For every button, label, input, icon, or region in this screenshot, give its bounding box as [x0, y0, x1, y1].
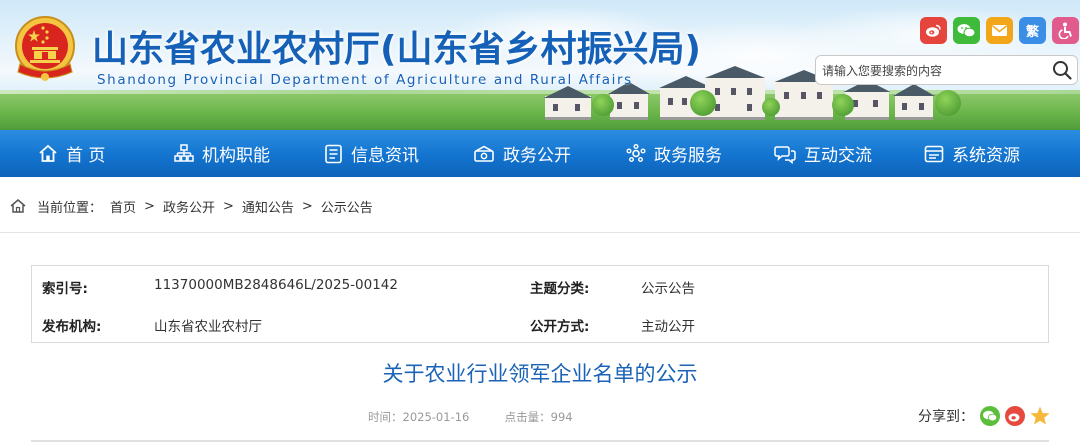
breadcrumb-prefix: 当前位置： [37, 200, 103, 216]
nav-service-label: 政务服务 [654, 146, 722, 166]
wechat-icon[interactable] [953, 17, 980, 44]
traditional-chinese-label: 繁 [1025, 25, 1039, 40]
header-tools: 繁 [920, 17, 1079, 44]
click-count-value: 994 [550, 410, 573, 424]
home-icon [39, 144, 57, 162]
banner-house [545, 96, 591, 120]
publisher-label: 发布机构: [42, 319, 102, 335]
search-box [815, 55, 1078, 85]
nav-interaction[interactable]: 互动交流 [774, 130, 872, 177]
banner-tree [592, 94, 614, 116]
search-input[interactable] [822, 60, 1044, 82]
breadcrumb-separator: > [301, 198, 313, 214]
resources-icon [924, 145, 944, 162]
index-number-label: 索引号: [42, 281, 88, 297]
interaction-icon [774, 145, 796, 164]
traditional-chinese-toggle[interactable]: 繁 [1019, 17, 1046, 44]
share-label: 分享到： [918, 409, 974, 425]
nav-service[interactable]: 政务服务 [626, 130, 722, 177]
breadcrumb-separator: > [144, 198, 155, 214]
accessibility-icon[interactable] [1052, 17, 1079, 44]
breadcrumb: 当前位置： 首页 > 政务公开 > 通知公告 > 公示公告 [9, 195, 373, 217]
breadcrumb-item-announcements[interactable]: 公示公告 [321, 197, 373, 216]
org-chart-icon [174, 144, 194, 162]
weibo-icon[interactable] [920, 17, 947, 44]
banner-tree [690, 90, 716, 116]
document-meta-table: 索引号: 11370000MB2848646L/2025-00142 主题分类:… [31, 265, 1049, 343]
site-subtitle: Shandong Provincial Department of Agricu… [97, 72, 633, 88]
nav-home[interactable]: 首 页 [38, 130, 105, 177]
index-number-value: 11370000MB2848646L/2025-00142 [154, 277, 398, 293]
share-bar: 分享到： [918, 405, 1051, 427]
nav-disclosure-label: 政务公开 [503, 146, 571, 166]
breadcrumb-item-home[interactable]: 首页 [110, 197, 136, 216]
nav-resources[interactable]: 系统资源 [924, 130, 1020, 177]
home-outline-icon [10, 199, 26, 213]
nav-disclosure[interactable]: 政务公开 [473, 130, 571, 177]
breadcrumb-divider [0, 232, 1080, 233]
news-icon [325, 144, 342, 163]
search-icon[interactable] [1051, 59, 1073, 81]
nav-organization-label: 机构职能 [202, 146, 270, 166]
disclosure-icon [474, 145, 494, 162]
nav-home-label: 首 页 [66, 146, 106, 166]
service-icon [626, 144, 646, 162]
breadcrumb-separator: > [222, 198, 234, 214]
article-title: 关于农业行业领军企业名单的公示 [382, 362, 698, 386]
category-label: 主题分类: [530, 281, 590, 297]
share-wechat-icon[interactable] [979, 405, 1001, 427]
national-emblem-logo [15, 16, 75, 81]
share-qzone-icon[interactable] [1029, 405, 1051, 427]
publish-time-value: 2025-01-16 [402, 410, 470, 424]
publish-time-label: 时间： [368, 410, 403, 424]
banner-house [610, 92, 648, 120]
nav-resources-label: 系统资源 [952, 146, 1020, 166]
click-count-label: 点击量： [504, 410, 551, 424]
email-icon[interactable] [986, 17, 1013, 44]
article-info: 时间：2025-01-16 点击量：994 [368, 409, 573, 425]
nav-news[interactable]: 信息资讯 [324, 130, 419, 177]
banner-tree [832, 94, 854, 116]
share-weibo-icon[interactable] [1004, 405, 1026, 427]
banner-tree [935, 90, 961, 116]
banner-house [775, 80, 833, 120]
publisher-value: 山东省农业农村厅 [154, 319, 262, 335]
nav-news-label: 信息资讯 [351, 146, 419, 166]
nav-interaction-label: 互动交流 [804, 146, 872, 166]
banner-tree [762, 98, 780, 116]
breadcrumb-item-notices[interactable]: 通知公告 [242, 197, 294, 216]
header-banner: 山东省农业农村厅(山东省乡村振兴局) Shandong Provincial D… [0, 0, 1080, 130]
site-title[interactable]: 山东省农业农村厅(山东省乡村振兴局) [92, 20, 701, 72]
disclosure-method-label: 公开方式: [530, 319, 590, 335]
main-nav: 首 页 机构职能 信息资讯 政务公开 政务服务 互动交流 系统资源 [0, 130, 1080, 177]
banner-house [895, 94, 933, 120]
category-value: 公示公告 [641, 281, 695, 297]
breadcrumb-item-disclosure[interactable]: 政务公开 [163, 197, 215, 216]
article-header-divider [31, 440, 1049, 442]
nav-organization[interactable]: 机构职能 [174, 130, 270, 177]
disclosure-method-value: 主动公开 [641, 319, 695, 335]
